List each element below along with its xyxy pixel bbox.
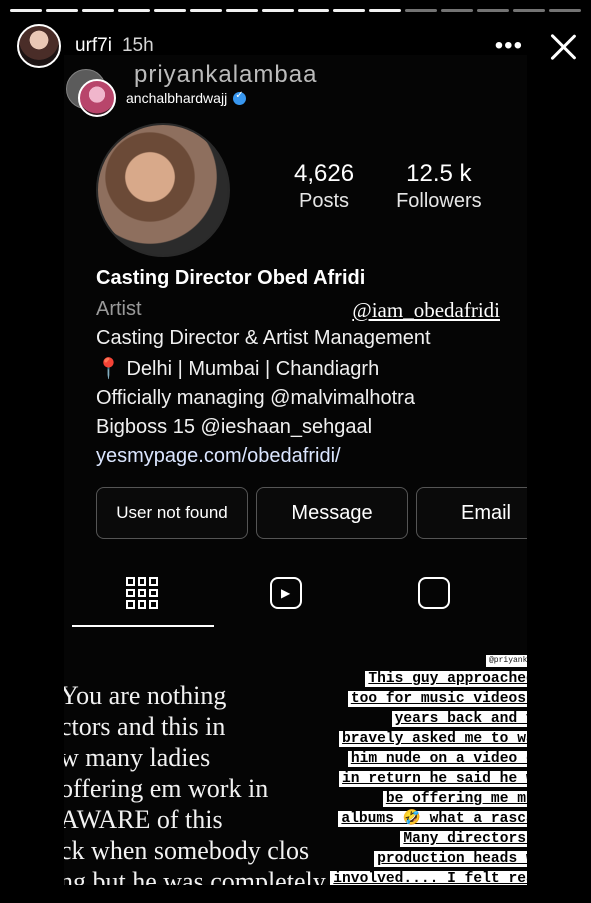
email-button[interactable]: Email [416,487,527,539]
bio-location: Delhi | Mumbai | Chandiagrh [126,358,380,380]
profile-tabs [64,575,527,631]
progress-segment [297,9,330,12]
handle-overlay: @iam_obedafridi [352,298,500,322]
stat-label: Followers [396,190,482,212]
stat-value: 4,626 [294,160,355,187]
progress-segment [117,9,150,12]
progress-segment [81,9,114,12]
progress-segment [513,9,546,12]
progress-segment [369,9,402,12]
message-button[interactable]: Message [256,487,408,539]
progress-segment [153,9,186,12]
reposter: anchalbhardwajj [78,79,247,117]
tagged-icon[interactable] [418,577,450,609]
pin-icon: 📍 [96,358,121,380]
profile-link[interactable]: yesmypage.com/obedafridi/ [96,445,506,468]
stat-posts: 4,626 Posts [294,160,354,213]
progress-segment [405,9,438,12]
story-username[interactable]: urf7i [75,35,112,57]
progress-segment [549,9,581,12]
stat-followers: 12.5 k Followers [396,160,482,213]
bio-line: Bigboss 15 @ieshaan_sehgaal [96,416,373,438]
overlay-line: him nude on a video call [292,749,527,769]
profile-bio: Casting Director Obed Afridi Artist @iam… [96,267,506,468]
reels-icon[interactable] [270,577,302,609]
bio-line: 📍 Delhi | Mumbai | Chandiagrh [96,356,506,381]
user-not-found-button[interactable]: User not found [96,487,248,539]
progress-segment [45,9,78,12]
overlay-line: Many directors and [292,829,527,849]
story-progress-bar [10,9,581,12]
verified-icon [233,90,247,105]
bio-line: Casting Director & Artist Management [96,327,431,349]
profile-category: Artist @iam_obedafridi [96,298,506,322]
overlay-line: be offering me music [292,789,527,809]
progress-segment [441,9,474,12]
overlay-line: bravely asked me to watch [292,729,527,749]
overlay-line: This guy approached me [292,669,527,689]
stat-label: Posts [299,190,350,212]
progress-segment [477,9,510,12]
progress-segment [333,9,366,12]
progress-segment [261,9,294,12]
grid-icon[interactable] [126,577,158,609]
profile-buttons: User not found Message Email [96,487,527,539]
overlay-line: albums 🤣 what a rascal . [292,809,527,829]
story-text-overlay: @priyankalambaa This guy approached meto… [292,649,527,885]
story-timestamp: 15h [121,35,154,56]
mention-tag[interactable]: @priyankalambaa [485,655,527,667]
progress-segment [189,9,222,12]
overlay-line: too for music videos few [292,689,527,709]
overlay-line: in return he said he will [292,769,527,789]
progress-segment [225,9,258,12]
profile-stats: 4,626 Posts 12.5 k Followers [294,160,482,213]
close-icon[interactable] [549,32,577,60]
shared-profile-screenshot: priyankalambaa anchalbhardwajj 4,626 Pos… [64,55,527,885]
bio-line: Officially managing @malvimalhotra [96,387,415,409]
profile-name: Casting Director Obed Afridi [96,267,366,289]
avatar [78,79,116,117]
overlay-line: involved.... I felt really [292,869,527,885]
overlay-line: years back and very [292,709,527,729]
reposter-username: anchalbhardwajj [126,90,228,106]
overlay-line: production heads were [292,849,527,869]
avatar[interactable] [17,24,61,68]
progress-segment [10,9,42,12]
stat-value: 12.5 k [406,160,472,187]
profile-picture [96,123,230,257]
category-text: Artist [96,298,142,320]
active-tab-indicator [72,625,214,627]
